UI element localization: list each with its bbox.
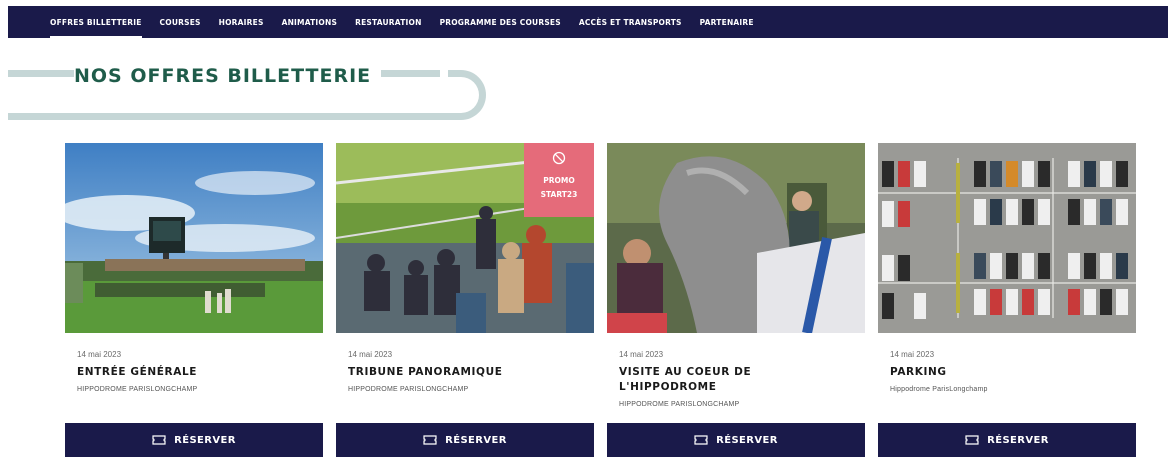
promo-line-1: PROMO [543, 176, 575, 185]
top-navigation: OFFRES BILLETTERIE COURSES HORAIRES ANIM… [8, 6, 1168, 38]
reserve-button[interactable]: RÉSERVER [607, 423, 865, 457]
promo-badge: PROMO START23 [524, 143, 594, 217]
offers-grid: 14 mai 2023 ENTRÉE GÉNÉRALE HIPPODROME P… [65, 143, 1136, 457]
offer-image-parking-lot[interactable] [878, 143, 1136, 333]
offer-card-entree-generale[interactable]: 14 mai 2023 ENTRÉE GÉNÉRALE HIPPODROME P… [65, 143, 323, 457]
reserve-button-label: RÉSERVER [174, 434, 236, 446]
offer-card-tribune-panoramique[interactable]: PROMO START23 14 mai 2023 TRIBUNE PANORA… [336, 143, 594, 457]
heading-decoration-gap [440, 64, 448, 88]
offer-image-horse-and-jockey[interactable] [607, 143, 865, 333]
promo-line-2: START23 [540, 190, 578, 199]
offer-date: 14 mai 2023 [348, 350, 393, 359]
nav-item-animations[interactable]: ANIMATIONS [282, 6, 338, 38]
nav-item-offres-billetterie[interactable]: OFFRES BILLETTERIE [50, 6, 142, 38]
offer-card-visite-hippodrome[interactable]: 14 mai 2023 VISITE AU COEUR DE L'HIPPODR… [607, 143, 865, 457]
ticket-icon [965, 435, 979, 445]
offer-title: VISITE AU COEUR DE L'HIPPODROME [619, 366, 752, 393]
offer-image-racecourse-lawn[interactable] [65, 143, 323, 333]
nav-item-courses[interactable]: COURSES [160, 6, 201, 38]
offer-venue: Hippodrome ParisLongchamp [890, 386, 988, 393]
nav-item-programme-des-courses[interactable]: PROGRAMME DES COURSES [440, 6, 561, 38]
offer-card-parking[interactable]: 14 mai 2023 PARKING Hippodrome ParisLong… [878, 143, 1136, 457]
offer-image-grandstand-crowd[interactable]: PROMO START23 [336, 143, 594, 333]
ticket-icon [423, 435, 437, 445]
no-sign-icon [524, 151, 594, 170]
nav-item-acces-et-transports[interactable]: ACCÈS ET TRANSPORTS [579, 6, 682, 38]
section-heading: NOS OFFRES BILLETTERIE [0, 60, 500, 124]
offer-title: ENTRÉE GÉNÉRALE [77, 366, 198, 378]
reserve-button[interactable]: RÉSERVER [336, 423, 594, 457]
section-title: NOS OFFRES BILLETTERIE [74, 65, 382, 87]
reserve-button[interactable]: RÉSERVER [65, 423, 323, 457]
nav-item-horaires[interactable]: HORAIRES [219, 6, 264, 38]
offer-venue: HIPPODROME PARISLONGCHAMP [348, 386, 469, 393]
offer-date: 14 mai 2023 [77, 350, 122, 359]
offer-title: TRIBUNE PANORAMIQUE [348, 366, 503, 378]
offer-venue: HIPPODROME PARISLONGCHAMP [619, 401, 740, 408]
ticket-icon [694, 435, 708, 445]
reserve-button[interactable]: RÉSERVER [878, 423, 1136, 457]
reserve-button-label: RÉSERVER [987, 434, 1049, 446]
nav-item-restauration[interactable]: RESTAURATION [355, 6, 421, 38]
offer-date: 14 mai 2023 [619, 350, 664, 359]
nav-item-partenaire[interactable]: PARTENAIRE [700, 6, 754, 38]
reserve-button-label: RÉSERVER [716, 434, 778, 446]
offer-venue: HIPPODROME PARISLONGCHAMP [77, 386, 198, 393]
reserve-button-label: RÉSERVER [445, 434, 507, 446]
offer-date: 14 mai 2023 [890, 350, 935, 359]
offer-title: PARKING [890, 366, 947, 378]
ticket-icon [152, 435, 166, 445]
